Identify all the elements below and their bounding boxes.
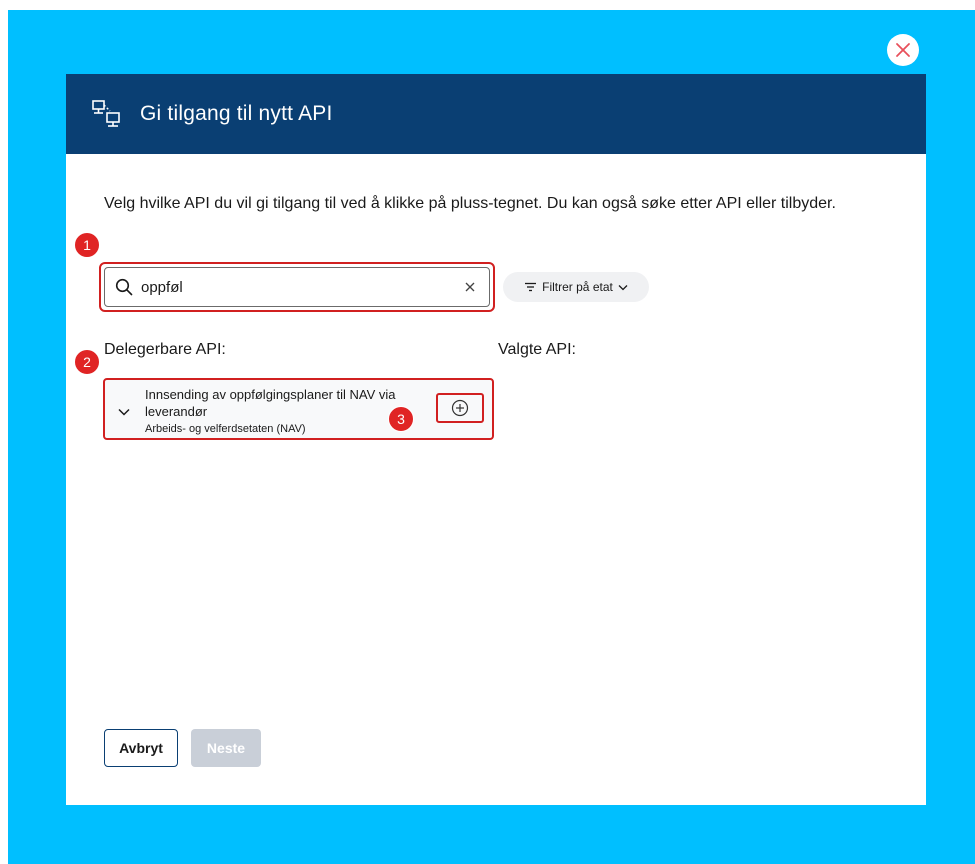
add-api-button[interactable] — [436, 393, 484, 423]
dialog-title: Gi tilgang til nytt API — [140, 102, 333, 125]
annotation-badge-3: 3 — [388, 406, 414, 432]
filter-label: Filtrer på etat — [542, 280, 613, 294]
api-list-item[interactable]: Innsending av oppfølgingsplaner til NAV … — [103, 378, 494, 440]
search-icon — [115, 278, 133, 296]
dialog-intro-text: Velg hvilke API du vil gi tilgang til ve… — [104, 195, 836, 212]
clear-icon — [465, 282, 475, 292]
network-icon — [92, 100, 120, 127]
api-item-provider: Arbeids- og velferdsetaten (NAV) — [145, 423, 306, 435]
close-icon — [896, 43, 910, 57]
search-highlight — [99, 262, 495, 312]
annotation-badge-1: 1 — [74, 232, 100, 258]
dialog-header: Gi tilgang til nytt API — [66, 74, 926, 154]
clear-search-button[interactable] — [461, 278, 479, 296]
close-button[interactable] — [887, 34, 919, 66]
chevron-down-icon — [618, 284, 628, 290]
delegable-api-heading: Delegerbare API: — [104, 341, 226, 358]
dialog: Gi tilgang til nytt API Velg hvilke API … — [66, 74, 926, 805]
cancel-button[interactable]: Avbryt — [104, 729, 178, 767]
selected-api-heading: Valgte API: — [498, 341, 576, 358]
filter-agency-button[interactable]: Filtrer på etat — [503, 272, 649, 302]
search-box — [104, 267, 490, 307]
next-button[interactable]: Neste — [191, 729, 261, 767]
chevron-down-icon[interactable] — [117, 405, 131, 419]
plus-circle-icon — [451, 399, 469, 417]
annotation-badge-2: 2 — [74, 349, 100, 375]
search-input[interactable] — [141, 278, 461, 296]
filter-icon — [525, 282, 537, 292]
